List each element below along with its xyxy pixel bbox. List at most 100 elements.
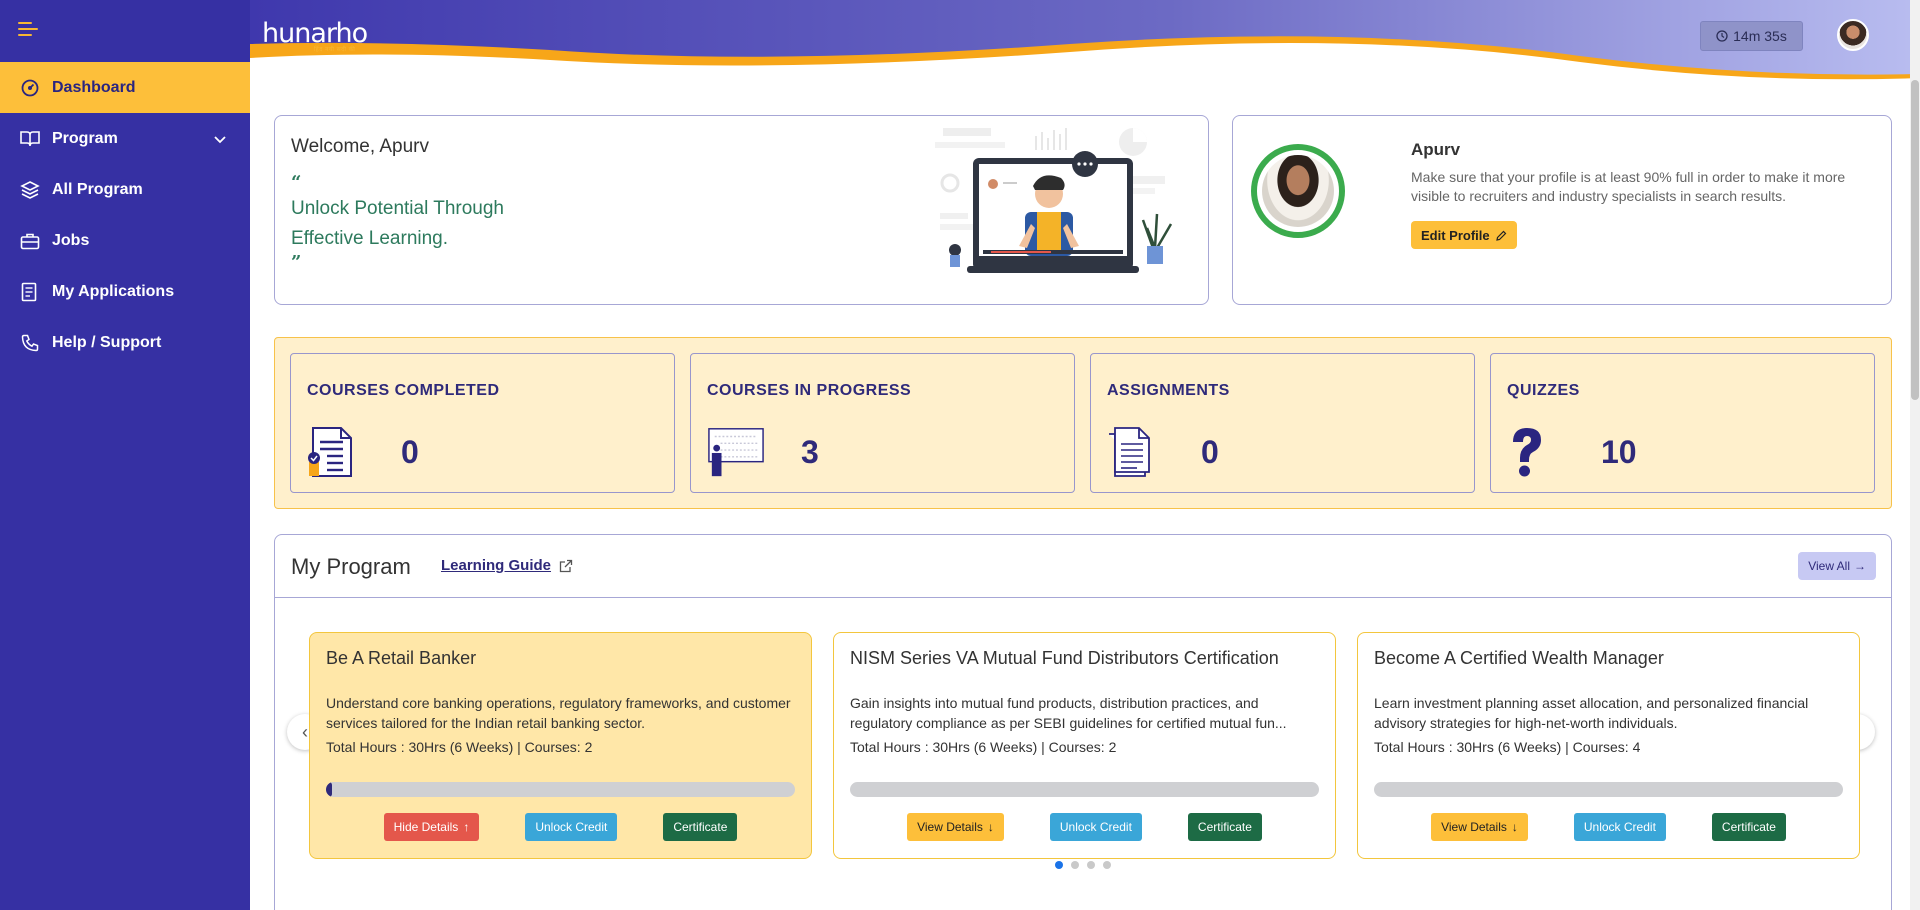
stats-panel: COURSES COMPLETED 0 COURSES IN PROGRESS … [274, 337, 1892, 509]
details-label: View Details [1441, 820, 1507, 834]
program-progress-bar [850, 782, 1319, 797]
top-header: hunarho हिंद नयी सदी की 14m 35s [250, 0, 1920, 90]
unlock-label: Unlock Credit [1583, 820, 1656, 834]
carousel-indicators [1055, 861, 1111, 869]
session-timer: 14m 35s [1700, 21, 1803, 51]
certificate-button[interactable]: Certificate [663, 813, 738, 841]
program-card-title: Be A Retail Banker [326, 648, 477, 668]
carousel-dot[interactable] [1071, 861, 1079, 869]
stat-value: 3 [801, 434, 819, 470]
certificate-label: Certificate [1197, 820, 1252, 834]
stat-value: 0 [401, 434, 419, 470]
stat-title: COURSES COMPLETED [307, 382, 500, 399]
phone-icon [20, 333, 40, 353]
carousel-dot[interactable] [1087, 861, 1095, 869]
edit-profile-label: Edit Profile [1421, 227, 1490, 243]
question-mark-icon [1513, 428, 1541, 477]
chevron-down-icon[interactable] [214, 131, 226, 149]
certificate-label: Certificate [673, 820, 728, 834]
sidebar-item-label: Dashboard [52, 78, 136, 96]
layers-icon [20, 180, 40, 200]
unlock-credit-button[interactable]: Unlock Credit [1049, 813, 1142, 841]
profile-photo[interactable] [1262, 155, 1334, 227]
program-card-nism-series-va[interactable]: NISM Series VA Mutual Fund Distributors … [833, 632, 1336, 859]
stat-title: COURSES IN PROGRESS [707, 382, 912, 399]
program-card-actions: View Details ↓ Unlock Credit Certificate [1358, 813, 1859, 841]
learning-guide-link[interactable]: Learning Guide [441, 557, 573, 574]
program-card-meta: Total Hours : 30Hrs (6 Weeks) | Courses:… [1374, 739, 1641, 755]
assignment-document-icon [1109, 427, 1150, 477]
scrollbar-thumb[interactable] [1911, 80, 1919, 400]
stat-title: ASSIGNMENTS [1107, 382, 1230, 399]
open-quote-mark: “ [291, 172, 302, 193]
header-wave-background [250, 0, 1920, 80]
program-progress-bar [326, 782, 795, 797]
view-all-button[interactable]: View All → [1798, 552, 1876, 580]
program-progress-bar [1374, 782, 1843, 797]
sidebar: Dashboard Program All Program Jobs My Ap… [0, 0, 250, 910]
program-card-meta: Total Hours : 30Hrs (6 Weeks) | Courses:… [326, 739, 593, 755]
edit-profile-button[interactable]: Edit Profile [1411, 221, 1517, 249]
profile-name: Apurv [1411, 140, 1461, 159]
hide-details-button[interactable]: Hide Details ↑ [383, 813, 480, 841]
carousel-dot[interactable] [1055, 861, 1063, 869]
certificate-button[interactable]: Certificate [1711, 813, 1786, 841]
sidebar-item-label: Jobs [52, 231, 90, 249]
document-list-icon [20, 282, 40, 302]
program-card-wealth-manager[interactable]: Become A Certified Wealth Manager Learn … [1357, 632, 1860, 859]
stat-courses-in-progress: COURSES IN PROGRESS 3 [690, 353, 1075, 493]
profile-card: Apurv Make sure that your profile is at … [1232, 115, 1892, 305]
sidebar-item-dashboard[interactable]: Dashboard [0, 62, 250, 113]
user-avatar[interactable] [1837, 19, 1869, 51]
sidebar-item-jobs[interactable]: Jobs [0, 215, 250, 266]
learning-illustration [935, 128, 1173, 273]
sidebar-nav: Dashboard Program All Program Jobs My Ap… [0, 62, 250, 368]
carousel-dot[interactable] [1103, 861, 1111, 869]
sidebar-item-help-support[interactable]: Help / Support [0, 317, 250, 368]
progress-fill [326, 782, 332, 797]
welcome-quote: Unlock Potential Through Effective Learn… [291, 198, 504, 249]
close-quote-mark: ” [291, 252, 302, 273]
program-title: My Program [291, 554, 411, 579]
timer-value: 14m 35s [1733, 28, 1787, 44]
certificate-document-icon [308, 427, 352, 477]
welcome-card: Welcome, Apurv “ Unlock Potential Throug… [274, 115, 1209, 305]
page-scrollbar[interactable] [1910, 0, 1920, 910]
briefcase-icon [20, 231, 40, 251]
arrow-right-icon: → [1854, 559, 1866, 573]
view-all-label: View All [1808, 559, 1850, 573]
sidebar-item-all-program[interactable]: All Program [0, 164, 250, 215]
view-details-button[interactable]: View Details ↓ [907, 813, 1004, 841]
learning-guide-label: Learning Guide [441, 557, 552, 574]
stat-value: 10 [1601, 434, 1637, 470]
sidebar-item-program[interactable]: Program [0, 113, 250, 164]
sidebar-item-my-applications[interactable]: My Applications [0, 266, 250, 317]
view-details-button[interactable]: View Details ↓ [1431, 813, 1528, 841]
stat-assignments: ASSIGNMENTS 0 [1090, 353, 1475, 493]
unlock-credit-button[interactable]: Unlock Credit [1573, 813, 1666, 841]
program-card-description: Understand core banking operations, regu… [326, 695, 791, 731]
clock-icon [1716, 30, 1728, 42]
sidebar-item-label: Help / Support [52, 333, 162, 351]
program-card-actions: Hide Details ↑ Unlock Credit Certificate [310, 813, 811, 841]
profile-completion-ring [1251, 144, 1345, 238]
program-card-actions: View Details ↓ Unlock Credit Certificate [834, 813, 1335, 841]
program-card-description: Learn investment planning asset allocati… [1374, 695, 1809, 731]
stat-quizzes: QUIZZES 10 [1490, 353, 1875, 493]
dashboard-icon [20, 78, 40, 98]
stat-value: 0 [1201, 434, 1219, 470]
unlock-label: Unlock Credit [535, 820, 608, 834]
chevron-left-icon: ‹ [302, 721, 308, 742]
program-card-retail-banker[interactable]: Be A Retail Banker Understand core banki… [309, 632, 812, 859]
arrow-down-icon: ↓ [1511, 820, 1518, 834]
unlock-credit-button[interactable]: Unlock Credit [525, 813, 618, 841]
stat-courses-completed: COURSES COMPLETED 0 [290, 353, 675, 493]
arrow-down-icon: ↓ [987, 820, 994, 834]
menu-toggle-icon[interactable] [18, 20, 40, 38]
sidebar-item-label: All Program [52, 180, 143, 198]
certificate-button[interactable]: Certificate [1187, 813, 1262, 841]
unlock-label: Unlock Credit [1059, 820, 1132, 834]
my-program-section: My Program Learning Guide View All → ‹ ›… [274, 534, 1892, 910]
program-header: My Program Learning Guide View All → [275, 535, 1891, 598]
arrow-up-icon: ↑ [463, 820, 470, 834]
